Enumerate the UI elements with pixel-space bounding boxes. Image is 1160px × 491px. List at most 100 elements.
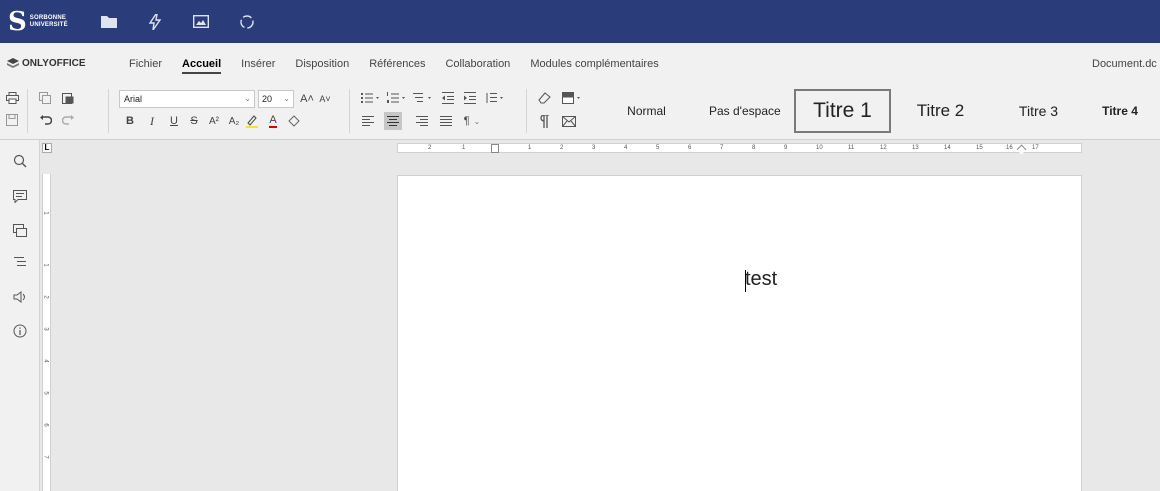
ruler-number: 9 [784,145,788,151]
font-color-label: A [269,113,277,128]
style-no-spacing[interactable]: Pas d'espace [696,89,793,133]
tab-home-label: Accueil [182,54,222,74]
font-name-value: Arial [124,94,143,104]
style-heading-4-label: Titre 4 [1102,104,1138,118]
style-heading-3[interactable]: Titre 3 [990,89,1087,133]
toolbar-separator [349,89,350,133]
subscript-button[interactable]: A₂ [226,113,242,129]
tab-stop-selector[interactable]: L [42,143,52,153]
university-logo[interactable]: S SORBONNE UNIVERSITÉ [8,7,78,37]
ruler-number: 7 [42,455,49,459]
grow-font-button[interactable]: A˄ [300,91,314,107]
ruler-number: 4 [42,359,49,363]
strikethrough-button[interactable]: S [186,113,202,129]
style-heading-4[interactable]: Titre 4 [1088,89,1152,133]
ruler-number: 6 [688,145,692,151]
align-right-button[interactable] [414,113,430,129]
color-scheme-icon [562,92,580,104]
style-heading-1[interactable]: Titre 1 [794,89,891,133]
left-panel [0,140,40,491]
clear-style-button[interactable] [536,90,552,106]
tab-home[interactable]: Accueil [172,43,231,84]
bold-button[interactable]: B [122,113,138,129]
underline-label: U [170,115,178,127]
align-left-button[interactable] [360,113,376,129]
tab-plugins-label: Modules complémentaires [530,57,659,70]
ruler-number: 6 [42,423,49,427]
recycle-icon[interactable] [236,11,258,33]
folder-icon[interactable] [98,11,120,33]
paste-icon[interactable] [60,90,76,106]
search-icon[interactable] [11,152,29,170]
tab-layout[interactable]: Disposition [285,43,359,84]
font-size-value: 20 [262,94,273,104]
highlight-icon [246,115,258,128]
ruler-number: 15 [976,145,983,151]
navigation-icon[interactable] [11,253,29,271]
tab-plugins[interactable]: Modules complémentaires [520,43,668,84]
undo-icon[interactable] [37,112,53,128]
feedback-icon[interactable] [11,288,29,306]
indent-marker[interactable] [491,144,499,153]
ruler-number: 10 [816,145,823,151]
style-heading-2[interactable]: Titre 2 [892,89,989,133]
strikethrough-label: S [190,115,198,127]
increase-indent-button[interactable] [462,90,478,106]
document-text[interactable]: test [745,268,777,291]
align-center-button[interactable] [384,112,402,130]
info-icon[interactable] [11,322,29,340]
paragraph-shading-button[interactable]: ¶ ⌄ [460,113,484,129]
nonprinting-characters-button[interactable] [536,113,552,129]
superscript-button[interactable]: A² [206,113,222,129]
toolbar-separator [526,89,527,133]
vertical-ruler[interactable]: L 1 1 2 3 4 5 6 7 [40,140,53,491]
shrink-font-button[interactable]: A˅ [318,91,332,107]
tab-references[interactable]: Références [359,43,435,84]
decrease-indent-button[interactable] [440,90,456,106]
document-page[interactable]: test [397,175,1082,491]
tab-collaboration[interactable]: Collaboration [435,43,520,84]
shading-button[interactable] [285,113,303,129]
font-size-select[interactable]: 20 ⌄ [258,90,294,108]
ruler-number: 13 [912,145,919,151]
image-icon[interactable] [190,11,212,33]
copy-icon[interactable] [37,90,53,106]
logo-text: SORBONNE UNIVERSITÉ [30,15,68,29]
ruler-number: 5 [42,391,49,395]
italic-button[interactable]: I [144,113,160,129]
redo-icon[interactable] [60,112,76,128]
highlight-button[interactable] [244,113,262,129]
print-icon[interactable] [4,90,20,106]
right-indent-marker[interactable] [1016,144,1027,155]
horizontal-ruler[interactable]: 2 1 1 2 3 4 5 6 7 8 9 10 11 12 13 14 15 … [397,143,1082,155]
ruler-number: 2 [42,295,49,299]
numbered-list-button[interactable] [386,90,408,106]
save-icon[interactable] [4,112,20,128]
tab-file[interactable]: Fichier [119,43,172,84]
tab-layout-label: Disposition [295,57,350,70]
style-normal[interactable]: Normal [598,89,695,133]
justify-button[interactable] [438,113,454,129]
multilevel-list-button[interactable] [412,90,434,106]
justify-icon [440,116,452,126]
comment-icon[interactable] [11,187,29,205]
grow-font-label: A˄ [300,93,314,105]
font-name-select[interactable]: Arial ⌄ [119,90,255,108]
superscript-label: A² [209,115,219,127]
style-heading-2-label: Titre 2 [916,101,965,120]
menu-bar: ONLYOFFICE Fichier Accueil Insérer Dispo… [0,43,1160,84]
style-normal-label: Normal [627,104,666,118]
mail-merge-button[interactable] [561,113,577,129]
font-color-button[interactable]: A [264,113,282,129]
ruler-number: 16 [1006,145,1013,151]
styles-gallery: Normal Pas d'espace Titre 1 Titre 2 Titr… [598,89,1153,133]
color-scheme-button[interactable] [561,90,583,106]
pilcrow-label: ¶ [463,115,470,127]
bolt-icon[interactable] [144,11,166,33]
ruler-number: 14 [944,145,951,151]
underline-button[interactable]: U [166,113,182,129]
chat-icon[interactable] [11,221,29,239]
bullet-list-button[interactable] [360,90,382,106]
tab-insert[interactable]: Insérer [231,43,285,84]
line-spacing-button[interactable] [484,90,506,106]
